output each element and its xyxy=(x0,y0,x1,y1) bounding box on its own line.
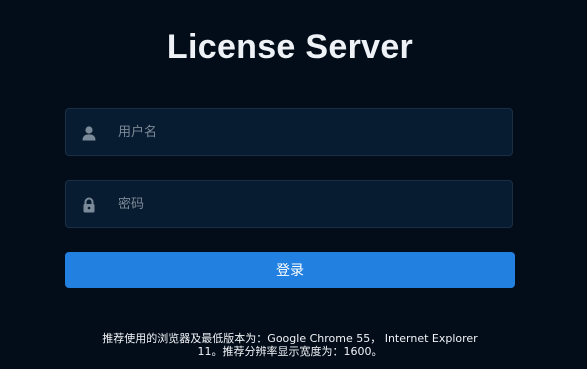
page-title: License Server xyxy=(166,28,414,66)
browser-note-line-2: 11。推荐分辨率显示宽度为：1600。 xyxy=(197,345,383,358)
user-icon xyxy=(81,125,97,141)
browser-note-line-1: 推荐使用的浏览器及最低版本为：Google Chrome 55， Interne… xyxy=(102,332,478,345)
password-input[interactable] xyxy=(118,181,498,227)
browser-requirement-note: 推荐使用的浏览器及最低版本为：Google Chrome 55， Interne… xyxy=(80,332,500,358)
username-field[interactable] xyxy=(65,108,513,156)
lock-icon xyxy=(81,197,97,213)
login-button[interactable]: 登录 xyxy=(65,252,515,288)
login-page: License Server 登录 推荐使用的浏览器及最低版本为：Google … xyxy=(0,0,587,369)
password-field[interactable] xyxy=(65,180,513,228)
username-input[interactable] xyxy=(118,109,498,155)
